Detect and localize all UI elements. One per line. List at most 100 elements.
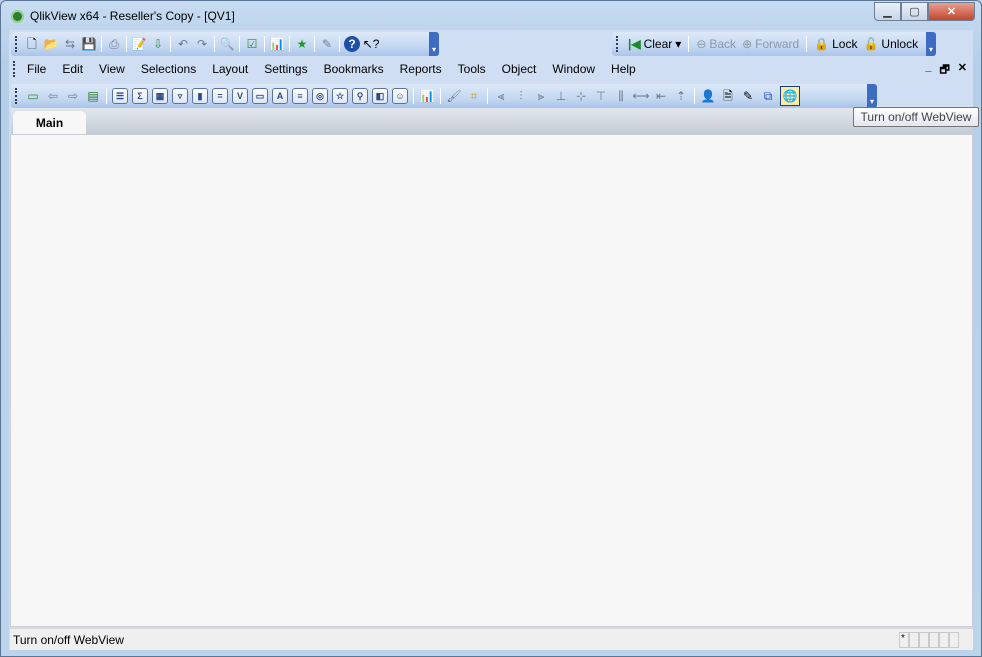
undo-icon[interactable]: ↶ — [175, 36, 191, 52]
document-properties-icon[interactable]: 🗎 — [720, 88, 736, 104]
toolbar-options-chevron[interactable]: ▾ — [926, 32, 936, 56]
bookmark-object-icon[interactable]: ☆ — [332, 88, 348, 104]
reload-data-icon[interactable]: ⇩ — [150, 36, 166, 52]
menu-edit[interactable]: Edit — [54, 62, 91, 76]
menu-object[interactable]: Object — [494, 62, 545, 76]
space-horizontal-icon[interactable]: ⟷ — [632, 88, 649, 104]
clear-icon: |◀ — [628, 37, 641, 51]
close-button[interactable]: ✕ — [928, 2, 975, 21]
forward-button[interactable]: ⊕ Forward — [742, 37, 799, 51]
promote-sheet-icon[interactable]: ⇦ — [45, 88, 61, 104]
line-arrow-icon[interactable]: ≡ — [292, 88, 308, 104]
save-icon[interactable]: 💾 — [81, 36, 97, 52]
status-pane — [949, 632, 959, 648]
unlock-button[interactable]: 🔓 Unlock — [863, 37, 918, 51]
open-folder-icon[interactable]: 📂 — [43, 36, 59, 52]
clear-button[interactable]: |◀ Clear ▾ — [628, 37, 681, 51]
chart-icon[interactable]: ▮ — [192, 88, 208, 104]
search-icon[interactable]: 🔍 — [219, 36, 235, 52]
edit-module-icon[interactable]: ✎ — [740, 88, 756, 104]
sheet-canvas[interactable] — [10, 134, 973, 627]
toolbar-grip[interactable] — [15, 36, 18, 52]
mdi-minimize-button[interactable]: _ — [925, 61, 931, 80]
new-document-icon[interactable]: 🗋 — [24, 36, 40, 52]
menu-layout[interactable]: Layout — [204, 62, 256, 76]
properties-icon[interactable]: ✎ — [319, 36, 335, 52]
user-properties-icon[interactable]: 👤 — [700, 88, 716, 104]
search-object-icon[interactable]: ⚲ — [352, 88, 368, 104]
webview-toggle-icon[interactable]: 🌐 — [780, 86, 800, 106]
status-bar: Turn on/off WebView * — [10, 628, 973, 650]
status-pane — [919, 632, 929, 648]
slider-icon[interactable]: ◎ — [312, 88, 328, 104]
table-box-icon[interactable]: ▦ — [152, 88, 168, 104]
redo-icon[interactable]: ↷ — [194, 36, 210, 52]
title-bar: QlikView x64 - Reseller's Copy - [QV1] — [11, 7, 235, 25]
status-pane — [939, 632, 949, 648]
edit-script-icon[interactable]: 📝 — [131, 36, 147, 52]
window-title: QlikView x64 - Reseller's Copy - [QV1] — [30, 9, 235, 23]
print-icon[interactable]: ⎙ — [106, 36, 122, 52]
snap-grid-icon[interactable]: ⌗ — [466, 88, 482, 104]
toolbar-options-chevron[interactable]: ▾ — [429, 32, 439, 56]
space-vertical-icon[interactable]: ⫼ — [613, 88, 629, 104]
mdi-restore-button[interactable]: 🗗 — [939, 61, 949, 80]
statistics-box-icon[interactable]: Σ — [132, 88, 148, 104]
adjust-left-icon[interactable]: ⇤ — [653, 88, 669, 104]
demote-sheet-icon[interactable]: ⇨ — [65, 88, 81, 104]
back-button[interactable]: ⊖ Back — [696, 37, 736, 51]
back-icon: ⊖ — [696, 37, 707, 51]
toolbar-options-chevron[interactable]: ▾ — [867, 84, 877, 108]
tab-main[interactable]: Main — [13, 111, 86, 135]
chart-wizard-icon[interactable]: 📊 — [419, 88, 435, 104]
format-painter-icon[interactable]: 🖌 — [446, 88, 462, 104]
text-object-icon[interactable]: A — [272, 88, 288, 104]
current-selections-icon[interactable]: V — [232, 88, 248, 104]
menu-help[interactable]: Help — [603, 62, 644, 76]
align-right-icon[interactable]: ⫸ — [533, 88, 549, 104]
chart-wizard-icon[interactable]: 📊 — [269, 36, 285, 52]
multi-box-icon[interactable]: ▿ — [172, 88, 188, 104]
align-left-icon[interactable]: ⫷ — [493, 88, 509, 104]
minimize-button[interactable]: ▁ — [874, 2, 901, 21]
menu-bar: File Edit View Selections Layout Setting… — [11, 58, 644, 80]
help-icon[interactable]: ? — [344, 36, 360, 52]
reload-icon[interactable]: ⇆ — [62, 36, 78, 52]
custom-object-icon[interactable]: ☺ — [392, 88, 408, 104]
align-bottom-icon[interactable]: ⊥ — [553, 88, 569, 104]
button-object-icon[interactable]: ▭ — [252, 88, 268, 104]
container-icon[interactable]: ◧ — [372, 88, 388, 104]
qlikview-logo-icon — [11, 9, 24, 23]
status-pane — [909, 632, 919, 648]
menu-view[interactable]: View — [91, 62, 133, 76]
toolbar-grip[interactable] — [15, 88, 18, 104]
lock-button[interactable]: 🔒 Lock — [814, 37, 857, 51]
add-sheet-icon[interactable]: ▭ — [25, 88, 41, 104]
sheet-properties-icon[interactable]: ▤ — [85, 88, 101, 104]
favorite-star-icon[interactable]: ★ — [294, 36, 310, 52]
table-viewer-icon[interactable]: ⧉ — [760, 88, 776, 104]
menu-grip[interactable] — [13, 61, 16, 77]
menu-tools[interactable]: Tools — [450, 62, 494, 76]
menu-selections[interactable]: Selections — [133, 62, 204, 76]
menu-reports[interactable]: Reports — [392, 62, 450, 76]
menu-settings[interactable]: Settings — [256, 62, 315, 76]
application-window: QlikView x64 - Reseller's Copy - [QV1] ▁… — [0, 0, 982, 657]
toolbar-grip[interactable] — [616, 36, 619, 52]
menu-bookmarks[interactable]: Bookmarks — [316, 62, 392, 76]
mdi-close-button[interactable]: ✕ — [958, 61, 967, 80]
menu-window[interactable]: Window — [544, 62, 603, 76]
align-center-icon[interactable]: ⫶ — [513, 88, 529, 104]
align-top-icon[interactable]: ⊤ — [593, 88, 609, 104]
menu-file[interactable]: File — [19, 62, 54, 76]
listbox-icon[interactable]: ☰ — [112, 88, 128, 104]
status-indicator: * — [899, 632, 909, 648]
adjust-top-icon[interactable]: ⇡ — [673, 88, 689, 104]
select-fields-icon[interactable]: ☑ — [244, 36, 260, 52]
center-vertical-icon[interactable]: ⊹ — [573, 88, 589, 104]
status-pane — [929, 632, 939, 648]
context-help-icon[interactable]: ↖? — [363, 36, 380, 52]
maximize-button[interactable]: ▢ — [901, 2, 928, 21]
design-toolbar: ▭ ⇦ ⇨ ▤ ☰ Σ ▦ ▿ ▮ = V ▭ A ≡ ◎ ☆ ⚲ ◧ ☺ 📊 … — [11, 84, 877, 108]
input-box-icon[interactable]: = — [212, 88, 228, 104]
